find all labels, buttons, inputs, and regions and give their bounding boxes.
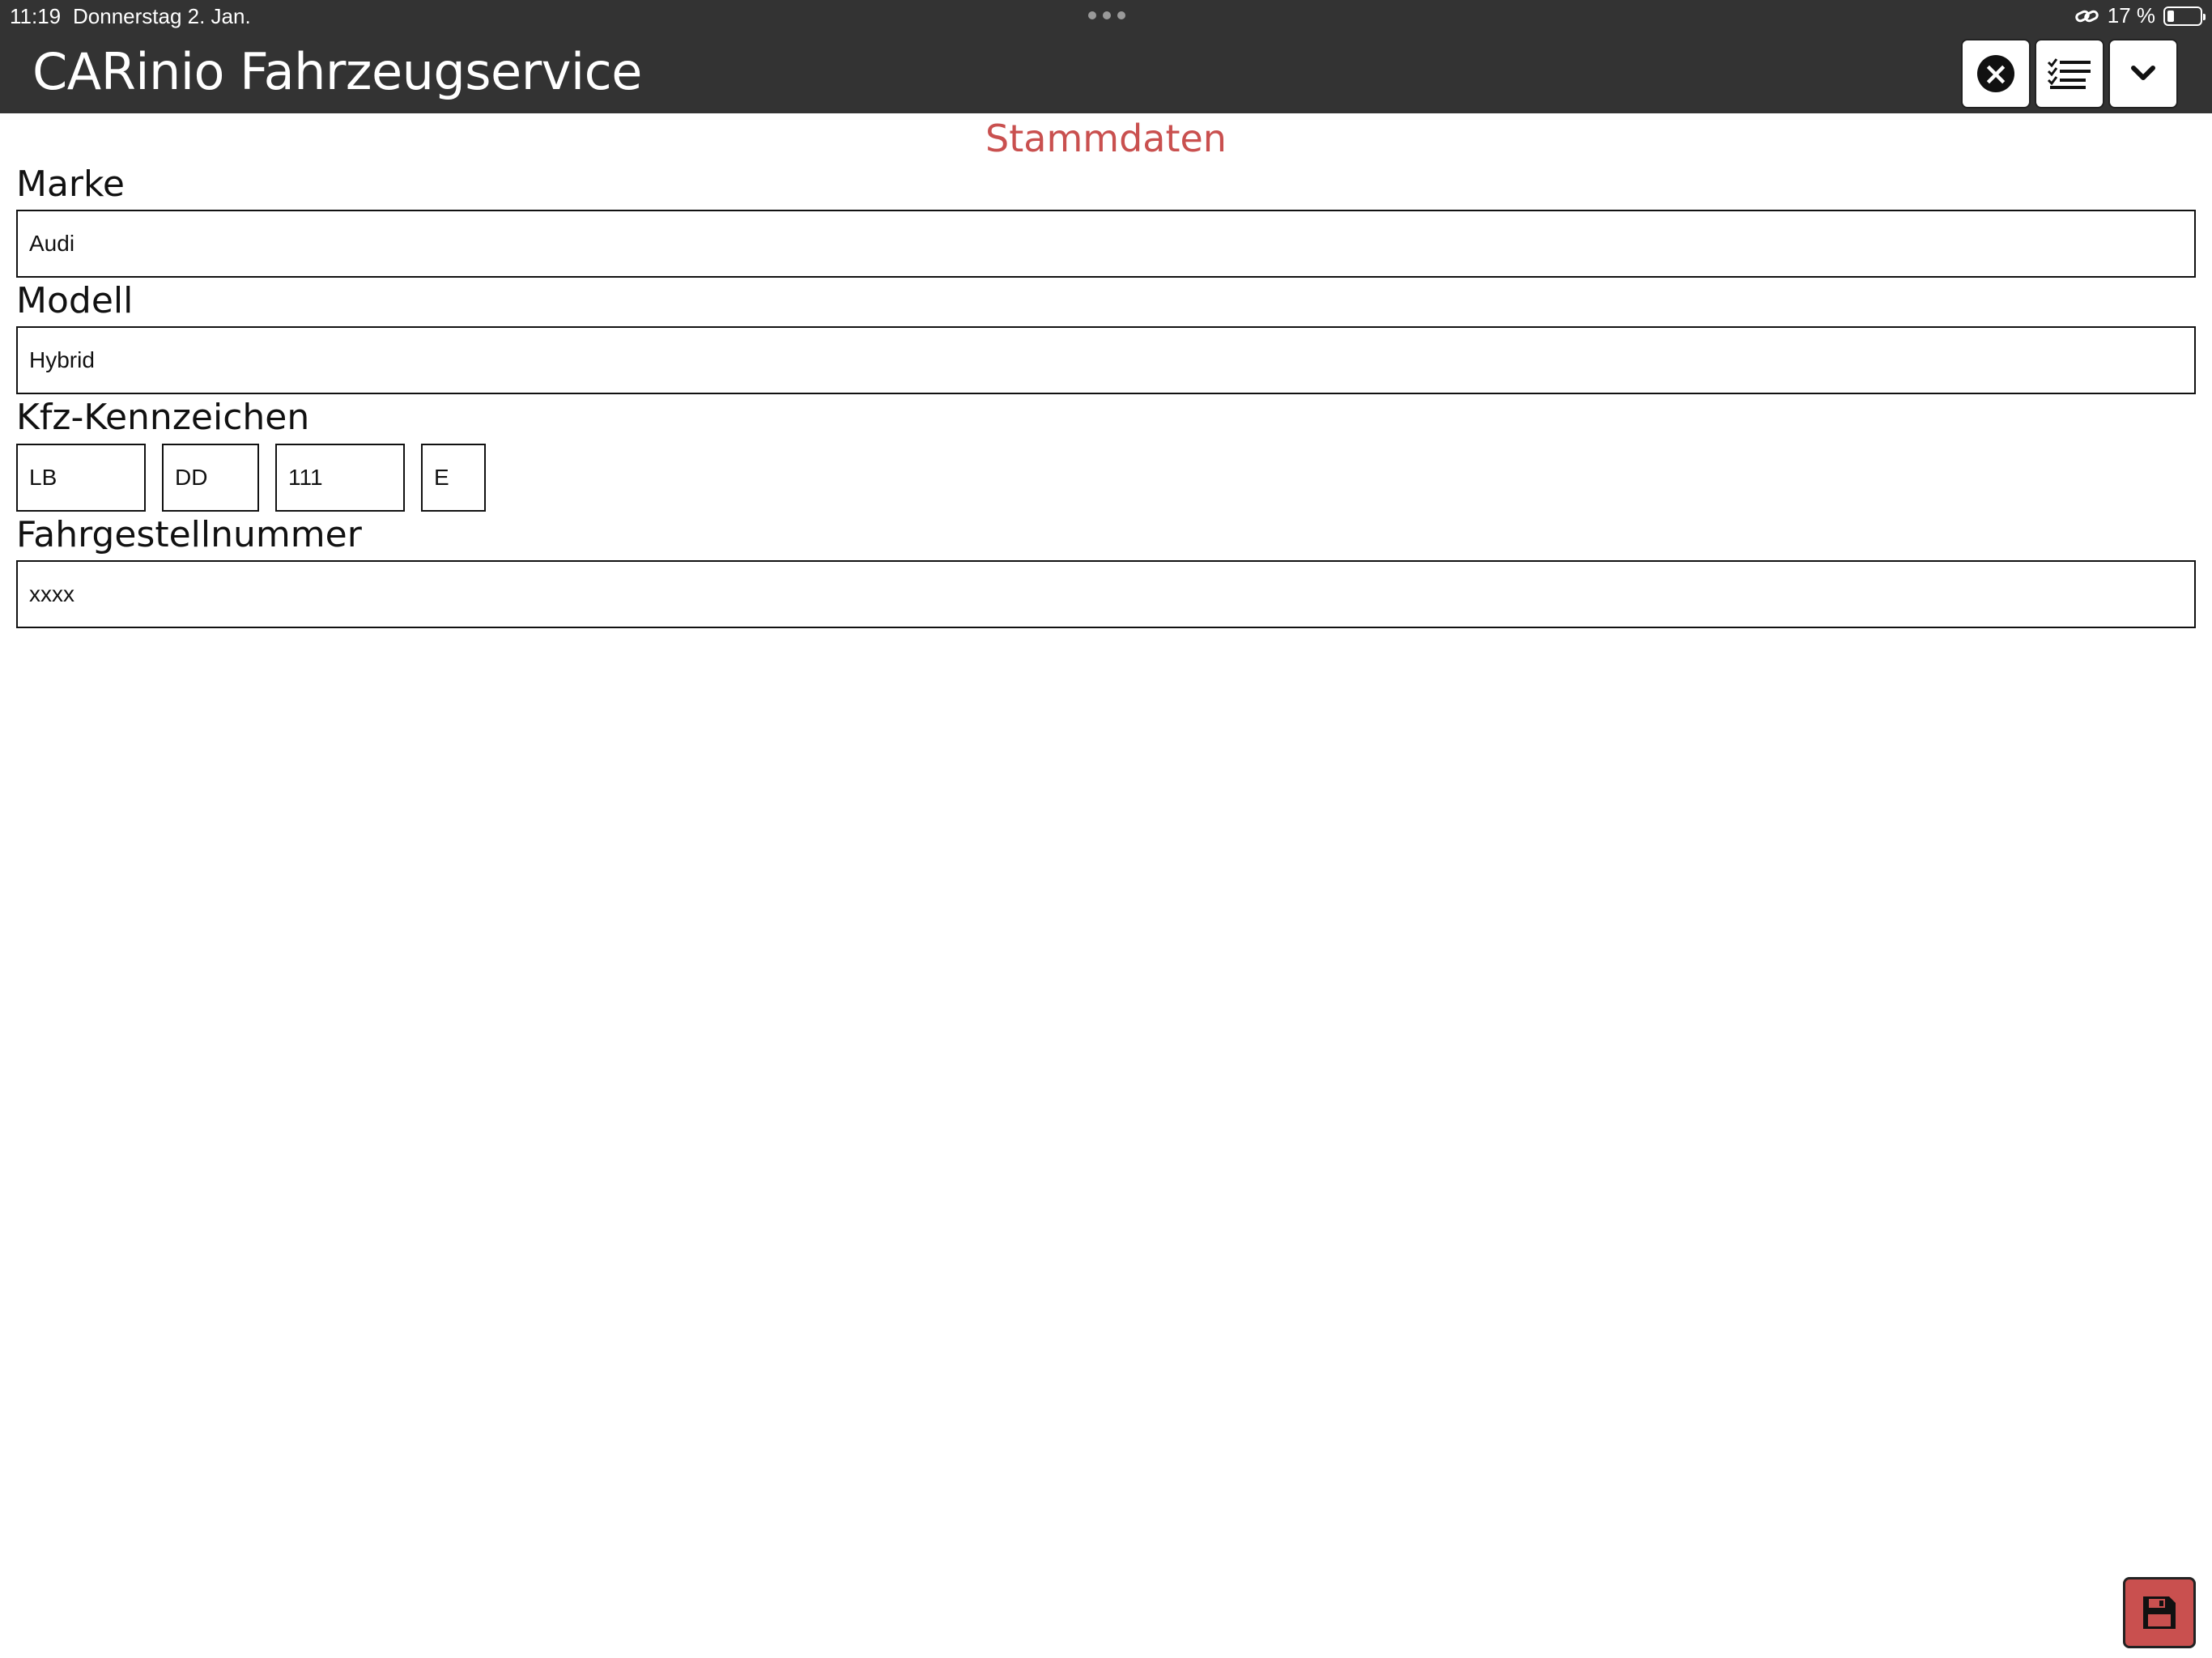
checklist-icon: [2047, 58, 2091, 89]
status-time: 11:19: [10, 4, 62, 28]
close-icon: ×: [1977, 55, 2014, 92]
vin-input[interactable]: [16, 560, 2196, 628]
battery-icon: [2163, 6, 2206, 26]
brand-label: Marke: [16, 164, 125, 205]
save-button[interactable]: [2123, 1577, 2196, 1648]
chevron-down-icon: [2131, 66, 2155, 80]
close-button[interactable]: ×: [1961, 39, 2031, 108]
status-bar: 11:19 Donnerstag 2. Jan. 17 %: [0, 0, 2212, 32]
battery-percentage: 17 %: [2107, 3, 2155, 28]
floppy-disk-icon: [2143, 1596, 2176, 1629]
license-plate-number-input[interactable]: [275, 444, 405, 512]
license-plate-district-input[interactable]: [16, 444, 146, 512]
license-plate-suffix-input[interactable]: [421, 444, 486, 512]
brand-input[interactable]: [16, 210, 2196, 278]
license-plate-label: Kfz-Kennzeichen: [16, 397, 310, 438]
license-plate-letters-input[interactable]: [162, 444, 259, 512]
multitasking-dots-icon[interactable]: [1088, 11, 1125, 19]
app-title: CARinio Fahrzeugservice: [32, 42, 642, 101]
status-date: Donnerstag 2. Jan.: [73, 4, 251, 28]
expand-menu-button[interactable]: [2108, 39, 2178, 108]
link-icon: [2074, 8, 2100, 24]
vin-label: Fahrgestellnummer: [16, 514, 362, 555]
checklist-button[interactable]: [2035, 39, 2104, 108]
model-label: Modell: [16, 280, 134, 321]
model-input[interactable]: [16, 326, 2196, 394]
section-title: Stammdaten: [985, 117, 1227, 160]
app-header: CARinio Fahrzeugservice ×: [0, 32, 2212, 113]
